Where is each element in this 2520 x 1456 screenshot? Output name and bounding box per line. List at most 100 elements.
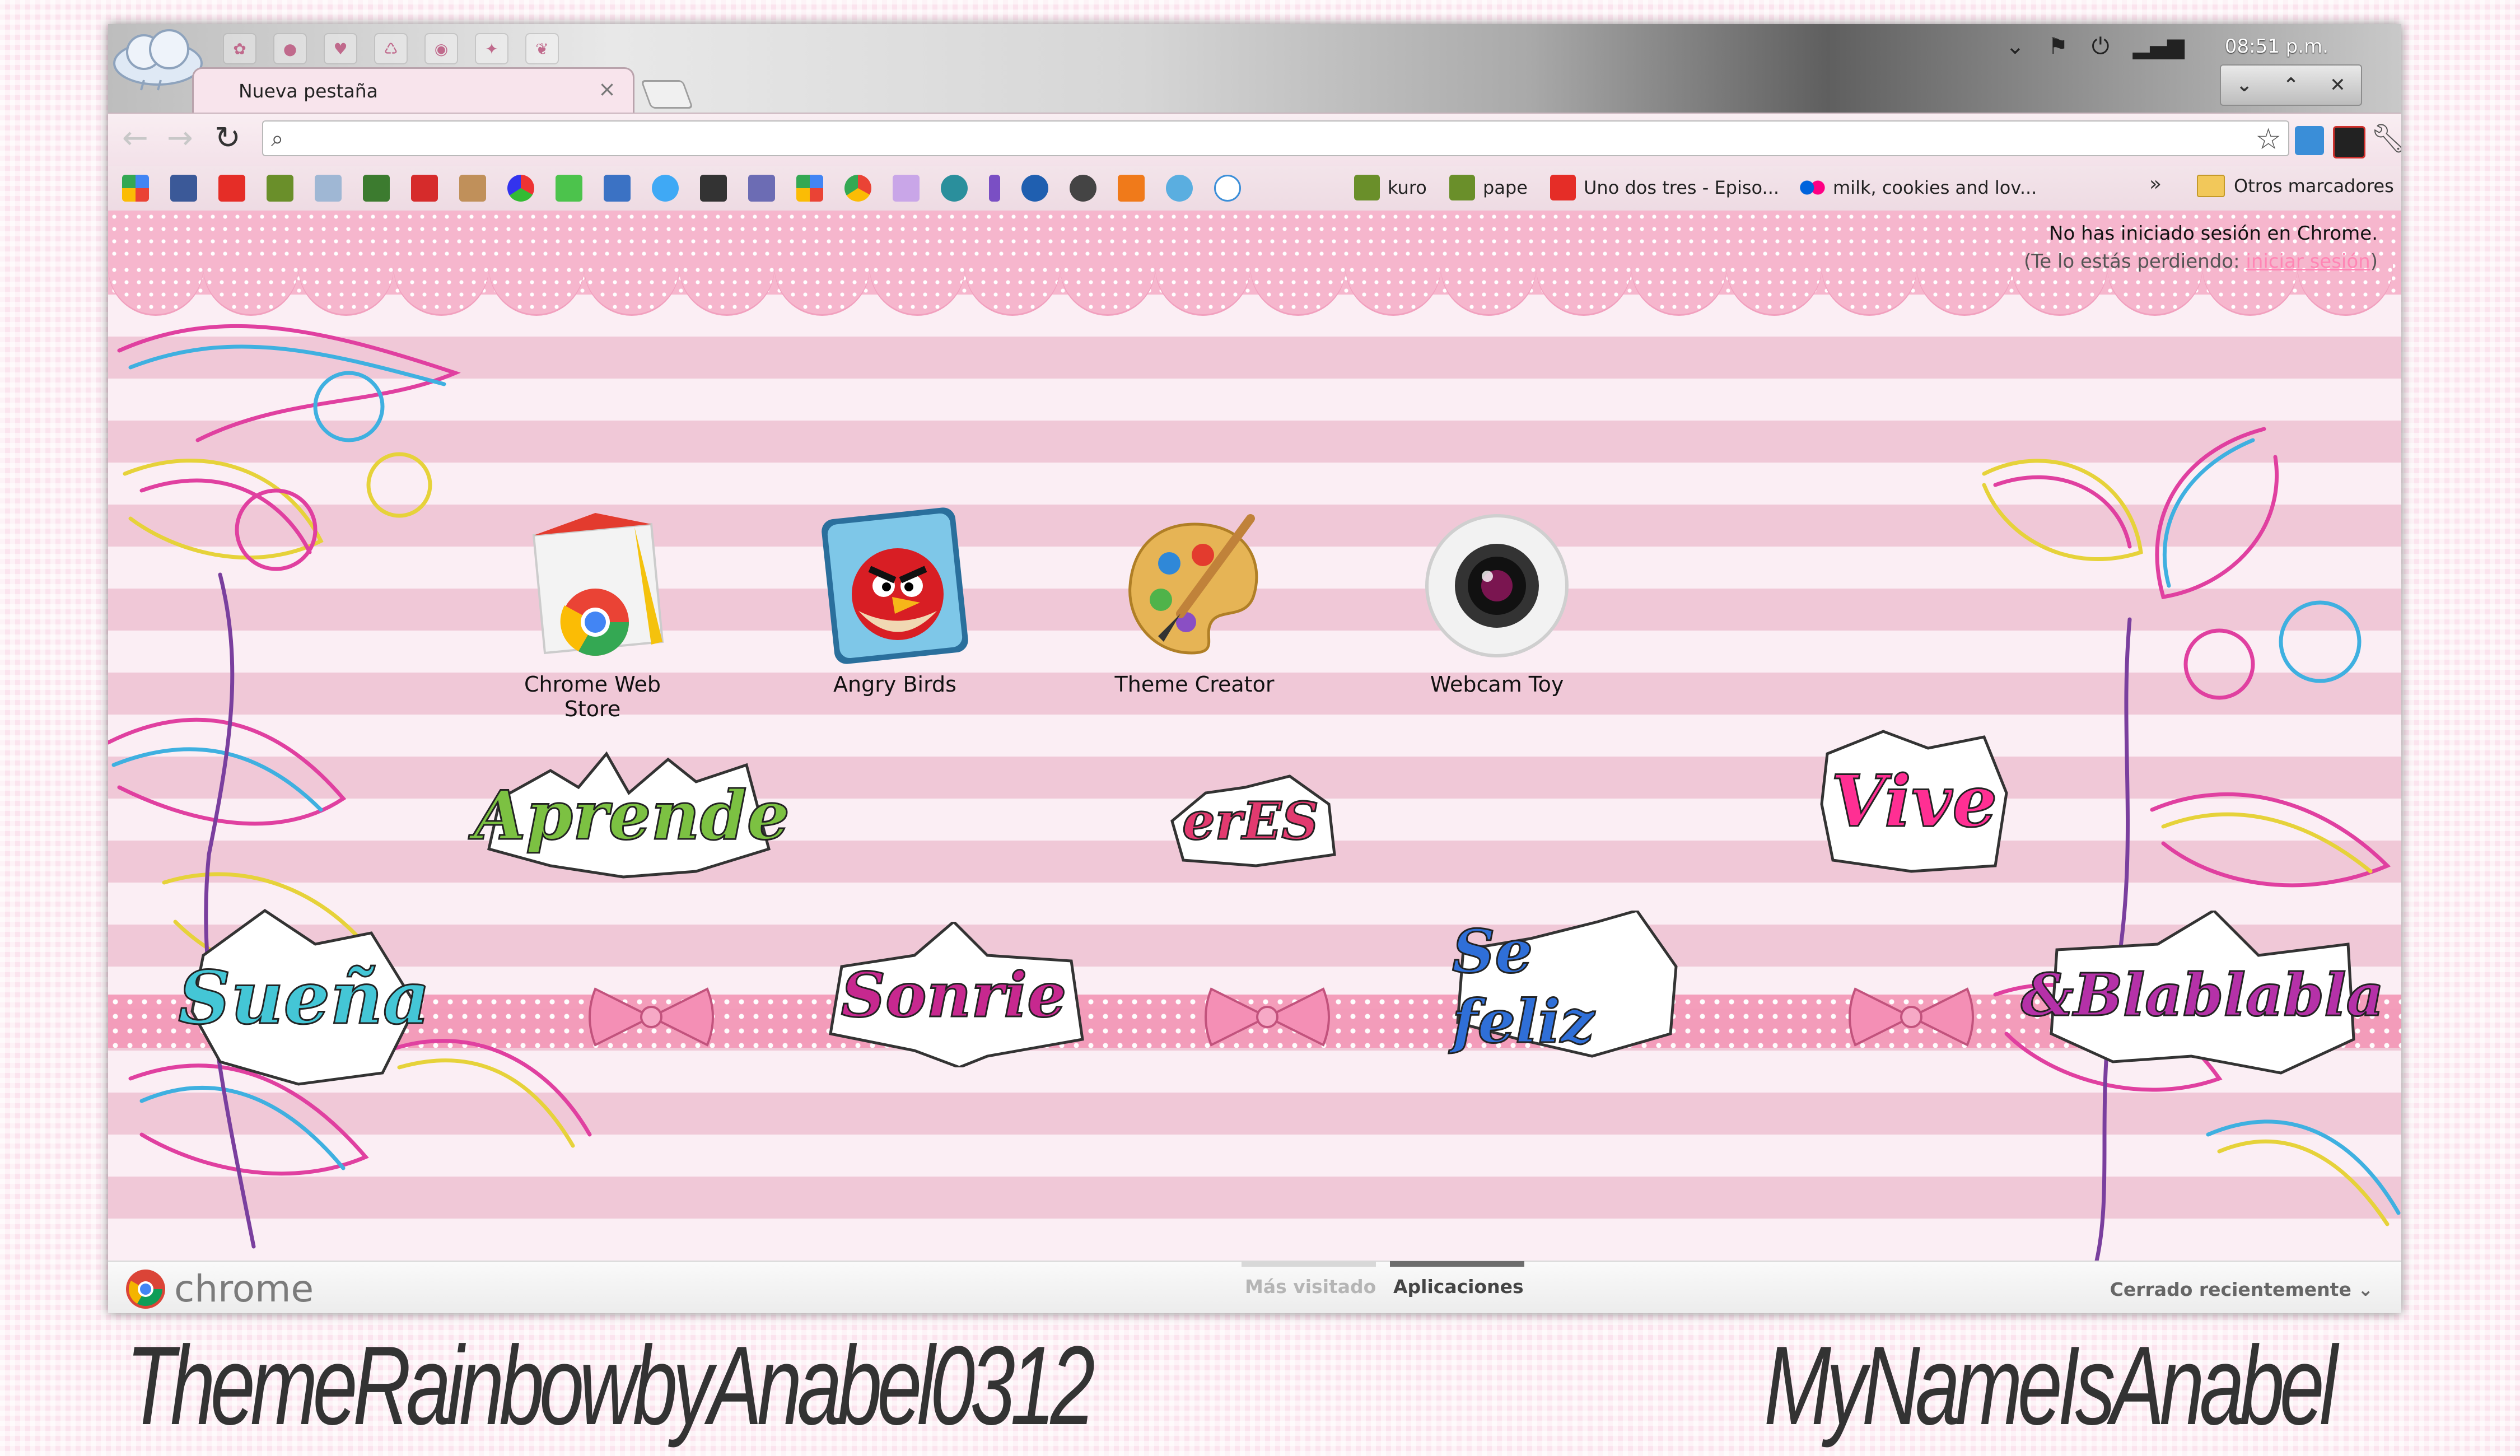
heart-app-icon[interactable]: ♥ — [324, 33, 357, 64]
ring-icon[interactable] — [941, 175, 968, 202]
signin-suffix: ) — [2370, 250, 2378, 273]
som-icon[interactable] — [1070, 175, 1096, 202]
sticker-text: Aprende — [473, 775, 790, 856]
page-icon[interactable] — [267, 175, 293, 202]
candy-app-icon[interactable]: ◉ — [424, 33, 458, 64]
cl-icon[interactable] — [1021, 175, 1048, 202]
red-book-icon[interactable] — [411, 175, 438, 202]
swirl-icon[interactable] — [893, 175, 920, 202]
star-app-icon[interactable]: ✦ — [475, 33, 508, 64]
app-webcam-toy[interactable]: Webcam Toy — [1404, 502, 1589, 697]
tab-apps[interactable]: Aplicaciones — [1390, 1261, 1524, 1298]
other-bookmarks-folder[interactable]: Otros marcadores — [2197, 175, 2394, 197]
more-bookmarks-chevron-icon[interactable]: » — [2149, 172, 2162, 195]
bookmarks-bar: kuro pape Uno dos tres - Episo... milk, … — [108, 166, 2401, 212]
credit-right: MyNameIsAnabel — [1764, 1323, 2337, 1448]
sticker-text: erES — [1182, 790, 1320, 852]
flower-app-icon[interactable]: ✿ — [223, 33, 256, 64]
bookmark-star-icon[interactable]: ☆ — [2255, 123, 2281, 156]
tab-most-visited[interactable]: Más visitado — [1242, 1261, 1376, 1298]
twitter-icon[interactable] — [652, 175, 679, 202]
smiley-icon[interactable] — [1214, 175, 1241, 202]
paint-palette-icon — [1113, 502, 1276, 664]
dots-icon[interactable] — [989, 175, 1000, 202]
cloud-logo-icon — [113, 29, 203, 91]
signal-icon[interactable]: ▂▄▆ — [2133, 34, 2185, 59]
bb-icon[interactable] — [748, 175, 775, 202]
search-icon: ⌕ — [271, 126, 284, 152]
credit-left: ThemeRainbowbyAnabel0312 — [126, 1323, 1095, 1448]
youtube-icon[interactable] — [218, 175, 245, 202]
tab-new-tab[interactable]: Nueva pestaña × — [192, 67, 634, 114]
bow-icon — [589, 987, 714, 1047]
close-window-icon[interactable]: ✕ — [2330, 74, 2346, 96]
character-icon[interactable] — [459, 175, 486, 202]
app-label: Angry Birds — [833, 672, 956, 697]
app-chrome-web-store[interactable]: Chrome Web Store — [500, 502, 685, 721]
orange-icon[interactable] — [1118, 175, 1145, 202]
reload-icon[interactable]: ↻ — [214, 122, 241, 155]
color-wheel-icon[interactable] — [507, 175, 534, 202]
new-tab-button[interactable] — [640, 80, 694, 109]
address-input[interactable] — [302, 126, 2237, 152]
angry-birds-icon — [814, 502, 976, 664]
recycle-app-icon[interactable]: ♺ — [374, 33, 408, 64]
tab-indicator — [1242, 1261, 1376, 1267]
chrome-brand: chrome — [125, 1267, 314, 1310]
bookmark-kuro[interactable]: kuro — [1354, 175, 1427, 200]
minimize-icon[interactable]: ⌄ — [2236, 74, 2252, 96]
tab-label: Más visitado — [1245, 1276, 1376, 1298]
omnibox[interactable]: ⌕ ☆ — [262, 120, 2289, 156]
wrench-icon[interactable]: 🔧︎ — [2370, 122, 2401, 155]
bookmark-pape[interactable]: pape — [1449, 175, 1528, 200]
app-theme-creator[interactable]: Theme Creator — [1102, 502, 1287, 697]
bookmark-milk-cookies[interactable]: milk, cookies and lov... — [1799, 175, 2037, 200]
chrome-icon[interactable] — [844, 175, 871, 202]
signin-link[interactable]: iniciar sesión — [2246, 250, 2370, 273]
blogger-b-icon[interactable] — [604, 175, 631, 202]
google-icon[interactable] — [122, 175, 149, 202]
title-bar: ✿ ● ♥ ♺ ◉ ✦ ❦ ⌄ ⚑ ⏻ ▂▄▆ 08:51 p.m. ⌄ ⌃ ✕… — [108, 24, 2401, 114]
flag-icon[interactable]: ⚑ — [2048, 34, 2068, 59]
bubble-app-icon[interactable]: ● — [273, 33, 307, 64]
sticker-sonrie: Sonrie — [819, 922, 1088, 1067]
bookmark-uno-dos-tres[interactable]: Uno dos tres - Episo... — [1550, 175, 1779, 200]
bird-app-icon[interactable]: ❦ — [525, 33, 559, 64]
sticker-text: &Blablabla — [2020, 959, 2385, 1030]
forward-arrow-icon[interactable]: → — [167, 122, 193, 155]
film-icon[interactable] — [700, 175, 727, 202]
bird-icon[interactable] — [1166, 175, 1193, 202]
bookmark-label: kuro — [1388, 177, 1427, 198]
tab-title: Nueva pestaña — [239, 80, 378, 102]
sticker-text: Sueña — [178, 954, 431, 1041]
maximize-icon[interactable]: ⌃ — [2283, 74, 2299, 96]
s-extension-icon[interactable] — [2333, 126, 2365, 158]
signin-notice: No has iniciado sesión en Chrome. (Te lo… — [2024, 220, 2378, 276]
tab-close-icon[interactable]: × — [598, 77, 616, 101]
google-icon-2[interactable] — [796, 175, 823, 202]
webcam-icon — [1416, 502, 1578, 664]
expand-tray-icon[interactable]: ⌄ — [2006, 34, 2025, 59]
leaf-icon[interactable] — [363, 175, 390, 202]
sticker-text: Se feliz — [1452, 916, 1595, 1057]
facebook-icon[interactable] — [170, 175, 197, 202]
window-controls: ⌄ ⌃ ✕ — [2220, 64, 2362, 106]
sticker-text: Sonrie — [840, 958, 1067, 1032]
page-icon — [1449, 175, 1475, 200]
sticker-vive: Vive — [1816, 726, 2012, 877]
heart-icon[interactable] — [556, 175, 582, 202]
power-icon[interactable]: ⏻ — [2092, 34, 2110, 59]
chrome-wordmark: chrome — [174, 1267, 314, 1310]
back-arrow-icon[interactable]: ← — [122, 122, 148, 155]
window-extension-icon[interactable] — [2295, 126, 2324, 155]
clock[interactable]: 08:51 p.m. — [2225, 35, 2328, 58]
keepvid-icon[interactable] — [315, 175, 342, 202]
new-tab-footer: chrome Más visitado Aplicaciones Cerrado… — [108, 1261, 2401, 1313]
chevron-down-icon: ⌄ — [2358, 1278, 2373, 1300]
app-angry-birds[interactable]: Angry Birds — [802, 502, 987, 697]
recently-closed-label: Cerrado recientemente — [2110, 1278, 2351, 1300]
signin-line-2: (Te lo estás perdiendo: iniciar sesión) — [2024, 248, 2378, 276]
recently-closed-menu[interactable]: Cerrado recientemente ⌄ — [2110, 1278, 2373, 1300]
bow-icon — [1849, 987, 1974, 1047]
sticker-text: Vive — [1830, 759, 1998, 844]
